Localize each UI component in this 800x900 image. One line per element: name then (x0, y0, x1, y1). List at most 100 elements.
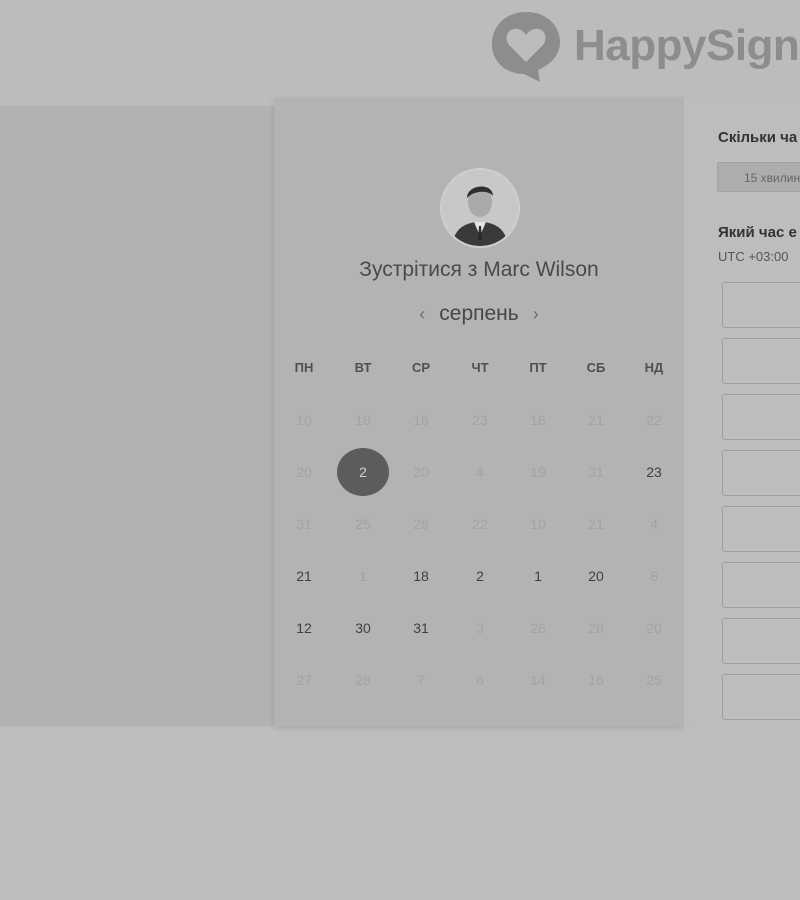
time-slot-button[interactable] (722, 674, 800, 720)
calendar-day[interactable]: 21 (278, 550, 330, 602)
heart-speech-bubble-icon (492, 12, 560, 82)
day-number: 20 (646, 620, 662, 636)
day-number: 2 (359, 464, 367, 480)
calendar-day: 25 (628, 654, 680, 706)
day-number: 28 (588, 620, 604, 636)
timezone-label[interactable]: UTC +03:00 (718, 249, 788, 264)
calendar-day: 25 (337, 498, 389, 550)
logo-text: HappySign (574, 21, 800, 70)
day-number: 20 (296, 464, 312, 480)
happysign-logo[interactable]: HappySign (488, 8, 800, 84)
day-number: 25 (355, 516, 371, 532)
calendar-day: 7 (395, 654, 447, 706)
calendar-day: 20 (628, 602, 680, 654)
calendar-day: 10 (512, 498, 564, 550)
day-number: 21 (588, 412, 604, 428)
calendar-day: 26 (512, 602, 564, 654)
calendar-day-selected[interactable]: 2 (337, 446, 389, 498)
weekday-header: ПН ВТ СР ЧТ ПТ СБ НД (274, 356, 684, 380)
calendar-day[interactable]: 1 (512, 550, 564, 602)
month-navigation: ‹ серпень › (274, 302, 684, 326)
calendar-day: 27 (278, 654, 330, 706)
calendar-day[interactable]: 18 (395, 550, 447, 602)
duration-option-button[interactable]: 15 хвилин (717, 162, 800, 192)
calendar-day: 14 (512, 654, 564, 706)
calendar-day: 21 (570, 498, 622, 550)
day-number: 16 (413, 412, 429, 428)
calendar-week-row: 10 18 16 23 16 21 22 (274, 394, 684, 446)
calendar-week-row: 20 2 20 4 19 31 23 (274, 446, 684, 498)
day-number: 1 (534, 568, 542, 584)
day-number: 2 (476, 568, 484, 584)
day-number: 20 (588, 568, 604, 584)
time-slot-button[interactable] (722, 618, 800, 664)
day-number: 21 (296, 568, 312, 584)
day-number: 20 (413, 464, 429, 480)
calendar-day[interactable]: 2 (454, 550, 506, 602)
day-number: 31 (588, 464, 604, 480)
day-number: 30 (355, 620, 371, 636)
calendar-week-row: 21 1 18 2 1 20 8 (274, 550, 684, 602)
calendar-day: 16 (512, 394, 564, 446)
time-slot-button[interactable] (722, 282, 800, 328)
day-number: 27 (296, 672, 312, 688)
calendar-day: 28 (337, 654, 389, 706)
day-number: 1 (359, 568, 367, 584)
calendar-day: 21 (570, 394, 622, 446)
calendar-day[interactable]: 23 (628, 446, 680, 498)
day-number: 18 (355, 412, 371, 428)
day-number: 4 (476, 464, 484, 480)
day-number: 18 (413, 568, 429, 584)
page-bottom (0, 730, 800, 900)
time-slot-button[interactable] (722, 338, 800, 384)
day-number: 31 (413, 620, 429, 636)
calendar-day: 18 (337, 394, 389, 446)
time-slot-button[interactable] (722, 450, 800, 496)
day-number: 3 (476, 620, 484, 636)
day-number: 4 (650, 516, 658, 532)
day-number: 22 (472, 516, 488, 532)
calendar-day: 22 (628, 394, 680, 446)
day-number: 10 (530, 516, 546, 532)
chevron-left-icon[interactable]: ‹ (419, 305, 425, 323)
calendar-day: 23 (454, 394, 506, 446)
day-number: 22 (646, 412, 662, 428)
day-number: 31 (296, 516, 312, 532)
day-number: 26 (530, 620, 546, 636)
month-label: серпень (439, 302, 519, 325)
calendar-day: 31 (570, 446, 622, 498)
day-number: 28 (355, 672, 371, 688)
weekday-label: ЧТ (471, 360, 489, 375)
weekday-label: НД (644, 360, 664, 375)
calendar-week-row: 12 30 31 3 26 28 20 (274, 602, 684, 654)
day-number: 16 (588, 672, 604, 688)
calendar-day: 4 (628, 498, 680, 550)
calendar-day[interactable]: 31 (395, 602, 447, 654)
meeting-title: Зустрітися з Marc Wilson (359, 258, 599, 281)
calendar-day: 4 (454, 446, 506, 498)
weekday-label: ВТ (354, 360, 372, 375)
day-number: 7 (417, 672, 425, 688)
calendar-day[interactable]: 20 (570, 550, 622, 602)
time-slot-button[interactable] (722, 506, 800, 552)
weekday-label: СР (411, 360, 431, 375)
calendar-day: 10 (278, 394, 330, 446)
calendar-day[interactable]: 30 (337, 602, 389, 654)
time-question: Який час е (718, 224, 797, 241)
calendar-week-row: 27 28 7 6 14 16 25 (274, 654, 684, 706)
calendar-day[interactable]: 12 (278, 602, 330, 654)
weekday-label: ПН (294, 360, 314, 375)
calendar-day: 8 (628, 550, 680, 602)
time-slot-button[interactable] (722, 394, 800, 440)
day-number: 28 (413, 516, 429, 532)
day-number: 21 (588, 516, 604, 532)
chevron-right-icon[interactable]: › (533, 305, 539, 323)
time-slot-button[interactable] (722, 562, 800, 608)
person-photo-icon (442, 170, 518, 246)
calendar-day: 31 (278, 498, 330, 550)
day-number: 14 (530, 672, 546, 688)
avatar (440, 168, 520, 248)
calendar-day: 3 (454, 602, 506, 654)
calendar-day: 1 (337, 550, 389, 602)
booking-calendar-card: Зустрітися з Marc Wilson ‹ серпень › ПН В… (274, 98, 684, 726)
